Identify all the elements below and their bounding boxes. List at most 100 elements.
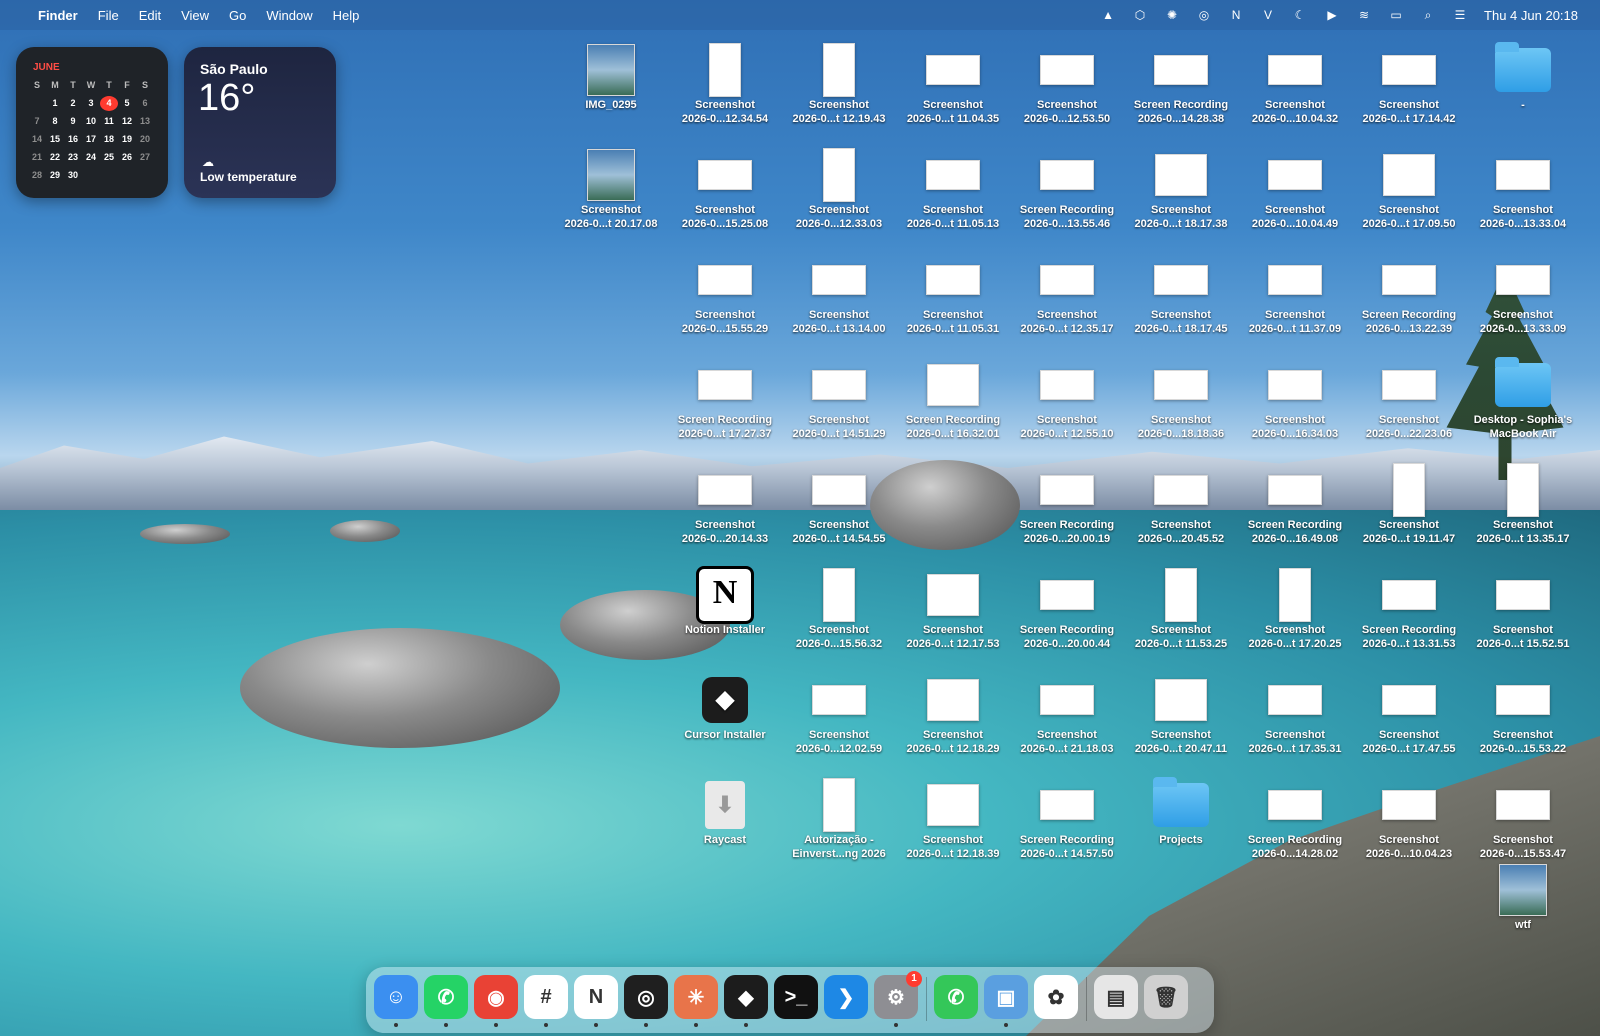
moon-icon[interactable]: ☾ xyxy=(1292,8,1308,22)
desktop-file[interactable]: Screen Recording 2026-0...14.28.02 xyxy=(1237,777,1353,861)
desktop-file[interactable]: Screen Recording 2026-0...t 13.31.53 xyxy=(1351,567,1467,651)
desktop-file[interactable]: Screenshot 2026-0...10.04.49 xyxy=(1237,147,1353,231)
desktop-file[interactable]: Screenshot 2026-0...15.55.29 xyxy=(667,252,783,336)
desktop-file[interactable]: Screenshot 2026-0...t 11.04.35 xyxy=(895,42,1011,126)
dock-chrome[interactable]: ◉ xyxy=(474,975,518,1027)
desktop-file[interactable]: Screenshot 2026-0...10.04.23 xyxy=(1351,777,1467,861)
desktop-file[interactable]: Screenshot 2026-0...12.34.54 xyxy=(667,42,783,126)
dock-finder[interactable]: ☺ xyxy=(374,975,418,1027)
weather-widget[interactable]: São Paulo 16° ☁ Low temperature xyxy=(184,47,336,198)
desktop-file[interactable]: Screenshot 2026-0...15.53.22 xyxy=(1465,672,1581,756)
desktop-file[interactable]: Screen Recording 2026-0...t 17.27.37 xyxy=(667,357,783,441)
desktop-file[interactable]: Screen Recording 2026-0...13.22.39 xyxy=(1351,252,1467,336)
menu-help[interactable]: Help xyxy=(333,8,360,23)
v-icon[interactable]: V xyxy=(1260,8,1276,22)
desktop-file[interactable]: Screenshot 2026-0...15.53.47 xyxy=(1465,777,1581,861)
wifi-icon[interactable]: ≋ xyxy=(1356,8,1372,22)
desktop-file[interactable]: Screen Recording 2026-0...t 16.32.01 xyxy=(895,357,1011,441)
desktop-file[interactable]: Screenshot 2026-0...t 19.11.47 xyxy=(1351,462,1467,546)
desktop-file[interactable]: Screenshot 2026-0...t 12.35.17 xyxy=(1009,252,1125,336)
desktop-file[interactable]: Screenshot 2026-0...t 12.18.29 xyxy=(895,672,1011,756)
dock-phone[interactable]: ✆ xyxy=(934,975,978,1019)
menu-window[interactable]: Window xyxy=(266,8,312,23)
desktop-file[interactable]: Screenshot 2026-0...t 20.47.11 xyxy=(1123,672,1239,756)
desktop-file[interactable]: Screen Recording 2026-0...14.28.38 xyxy=(1123,42,1239,126)
desktop-file[interactable]: ◆ Cursor Installer xyxy=(667,672,783,742)
desktop-file[interactable]: Screen Recording 2026-0...13.55.46 xyxy=(1009,147,1125,231)
desktop-file[interactable]: Screenshot 2026-0...t 12.17.53 xyxy=(895,567,1011,651)
menu-file[interactable]: File xyxy=(98,8,119,23)
dock-slack[interactable]: # xyxy=(524,975,568,1027)
desktop-file[interactable]: Screenshot 2026-0...15.56.32 xyxy=(781,567,897,651)
desktop-folder[interactable]: Desktop - Sophia's MacBook Air xyxy=(1465,357,1581,441)
dock-notion[interactable]: N xyxy=(574,975,618,1027)
desktop-file[interactable]: Screenshot 2026-0...10.04.32 xyxy=(1237,42,1353,126)
desktop-file[interactable]: Screenshot 2026-0...20.45.52 xyxy=(1123,462,1239,546)
desktop-file[interactable]: Screenshot 2026-0...t 11.53.25 xyxy=(1123,567,1239,651)
desktop-file[interactable]: Screenshot 2026-0...t 17.09.50 xyxy=(1351,147,1467,231)
menu-clock[interactable]: Thu 4 Jun 20:18 xyxy=(1484,8,1578,23)
play-icon[interactable]: ▶ xyxy=(1324,8,1340,22)
desktop-file[interactable]: Screenshot 2026-0...t 17.35.31 xyxy=(1237,672,1353,756)
desktop-file[interactable]: Screenshot 2026-0...15.25.08 xyxy=(667,147,783,231)
desktop-file[interactable]: Screenshot 2026-0...t 14.51.29 xyxy=(781,357,897,441)
notion-icon[interactable]: N xyxy=(1228,8,1244,22)
desktop-file[interactable]: Screenshot 2026-0...t 17.14.42 xyxy=(1351,42,1467,126)
sparkle-icon[interactable]: ✺ xyxy=(1164,8,1180,22)
desktop-file[interactable]: ⬇ Raycast xyxy=(667,777,783,847)
desktop-file[interactable]: Screen Recording 2026-0...16.49.08 xyxy=(1237,462,1353,546)
battery-icon[interactable]: ▭ xyxy=(1388,8,1404,22)
desktop-file[interactable]: N Notion Installer xyxy=(667,566,783,637)
desktop-file[interactable]: Screenshot 2026-0...13.33.09 xyxy=(1465,252,1581,336)
dock-terminal[interactable]: >_ xyxy=(774,975,818,1019)
menu-view[interactable]: View xyxy=(181,8,209,23)
desktop-file[interactable]: Screen Recording 2026-0...t 14.57.50 xyxy=(1009,777,1125,861)
desktop-file[interactable]: IMG_0295 xyxy=(553,42,669,112)
desktop-file[interactable]: Screenshot 2026-0...t 21.18.03 xyxy=(1009,672,1125,756)
desktop-file[interactable]: Screenshot 2026-0...t 13.14.00 xyxy=(781,252,897,336)
dock-trash[interactable]: 🗑 xyxy=(1144,975,1188,1019)
menu-go[interactable]: Go xyxy=(229,8,246,23)
spiral-icon[interactable]: ◎ xyxy=(1196,8,1212,22)
dock-settings[interactable]: ⚙ 1 xyxy=(874,971,922,1027)
search-icon[interactable]: ⌕ xyxy=(1420,8,1436,22)
dock-vscode[interactable]: ❯ xyxy=(824,975,868,1019)
desktop-file[interactable]: Screenshot 2026-0...12.33.03 xyxy=(781,147,897,231)
desktop-folder[interactable]: Projects xyxy=(1123,777,1239,847)
desktop-file[interactable]: Screenshot 2026-0...t 14.54.55 xyxy=(781,462,897,546)
desktop-file[interactable]: Screenshot 2026-0...12.53.50 xyxy=(1009,42,1125,126)
dock-whatsapp[interactable]: ✆ xyxy=(424,975,468,1027)
desktop-file[interactable]: Screenshot 2026-0...t 11.05.31 xyxy=(895,252,1011,336)
desktop-file[interactable]: Screenshot 2026-0...t 12.19.43 xyxy=(781,42,897,126)
desktop-file[interactable]: Screenshot 2026-0...t 20.17.08 xyxy=(553,147,669,231)
dock-photos[interactable]: ✿ xyxy=(1034,975,1078,1019)
dock-cursor[interactable]: ◆ xyxy=(724,975,768,1027)
dock-claude[interactable]: ✳ xyxy=(674,975,718,1027)
menu-edit[interactable]: Edit xyxy=(139,8,161,23)
dock-downloads[interactable]: ▤ xyxy=(1094,975,1138,1019)
desktop-file[interactable]: Screenshot 2026-0...22.23.06 xyxy=(1351,357,1467,441)
desktop-file[interactable]: Autorização - Einverst...ng 2026 xyxy=(781,777,897,861)
cube-icon[interactable]: ⬡ xyxy=(1132,8,1148,22)
desktop-file[interactable]: Screenshot 2026-0...t 12.55.10 xyxy=(1009,357,1125,441)
desktop-file[interactable]: Screenshot 2026-0...t 11.37.09 xyxy=(1237,252,1353,336)
menu-app-name[interactable]: Finder xyxy=(38,8,78,23)
desktop-file[interactable]: Screenshot 2026-0...t 18.17.38 xyxy=(1123,147,1239,231)
desktop-file[interactable]: Screenshot 2026-0...20.14.33 xyxy=(667,462,783,546)
desktop-file[interactable]: Screenshot 2026-0...12.02.59 xyxy=(781,672,897,756)
desktop-file[interactable]: Screenshot 2026-0...t 11.05.13 xyxy=(895,147,1011,231)
desktop-file[interactable]: Screen Recording 2026-0...20.00.19 xyxy=(1009,462,1125,546)
desktop-file[interactable]: Screenshot 2026-0...t 13.35.17 xyxy=(1465,462,1581,546)
desktop-file[interactable]: Screenshot 2026-0...13.33.04 xyxy=(1465,147,1581,231)
drive-icon[interactable]: ▲ xyxy=(1100,8,1116,22)
desktop-file[interactable]: Screenshot 2026-0...t 15.52.51 xyxy=(1465,567,1581,651)
desktop-file[interactable]: Screenshot 2026-0...16.34.03 xyxy=(1237,357,1353,441)
desktop-file[interactable]: Screenshot 2026-0...18.18.36 xyxy=(1123,357,1239,441)
control-center-icon[interactable]: ☰ xyxy=(1452,8,1468,22)
calendar-widget[interactable]: JUNE S M T W T F S 1 2 3 4 5 6 7 8 9 10 11 12 13 14 15 16 17 18 1… xyxy=(16,47,168,198)
desktop-file[interactable]: Screenshot 2026-0...t 18.17.45 xyxy=(1123,252,1239,336)
dock-perplexity[interactable]: ◎ xyxy=(624,975,668,1027)
desktop-file[interactable]: wtf xyxy=(1465,862,1581,932)
dock-app[interactable]: ▣ xyxy=(984,975,1028,1027)
desktop-file[interactable]: Screenshot 2026-0...t 12.18.39 xyxy=(895,777,1011,861)
